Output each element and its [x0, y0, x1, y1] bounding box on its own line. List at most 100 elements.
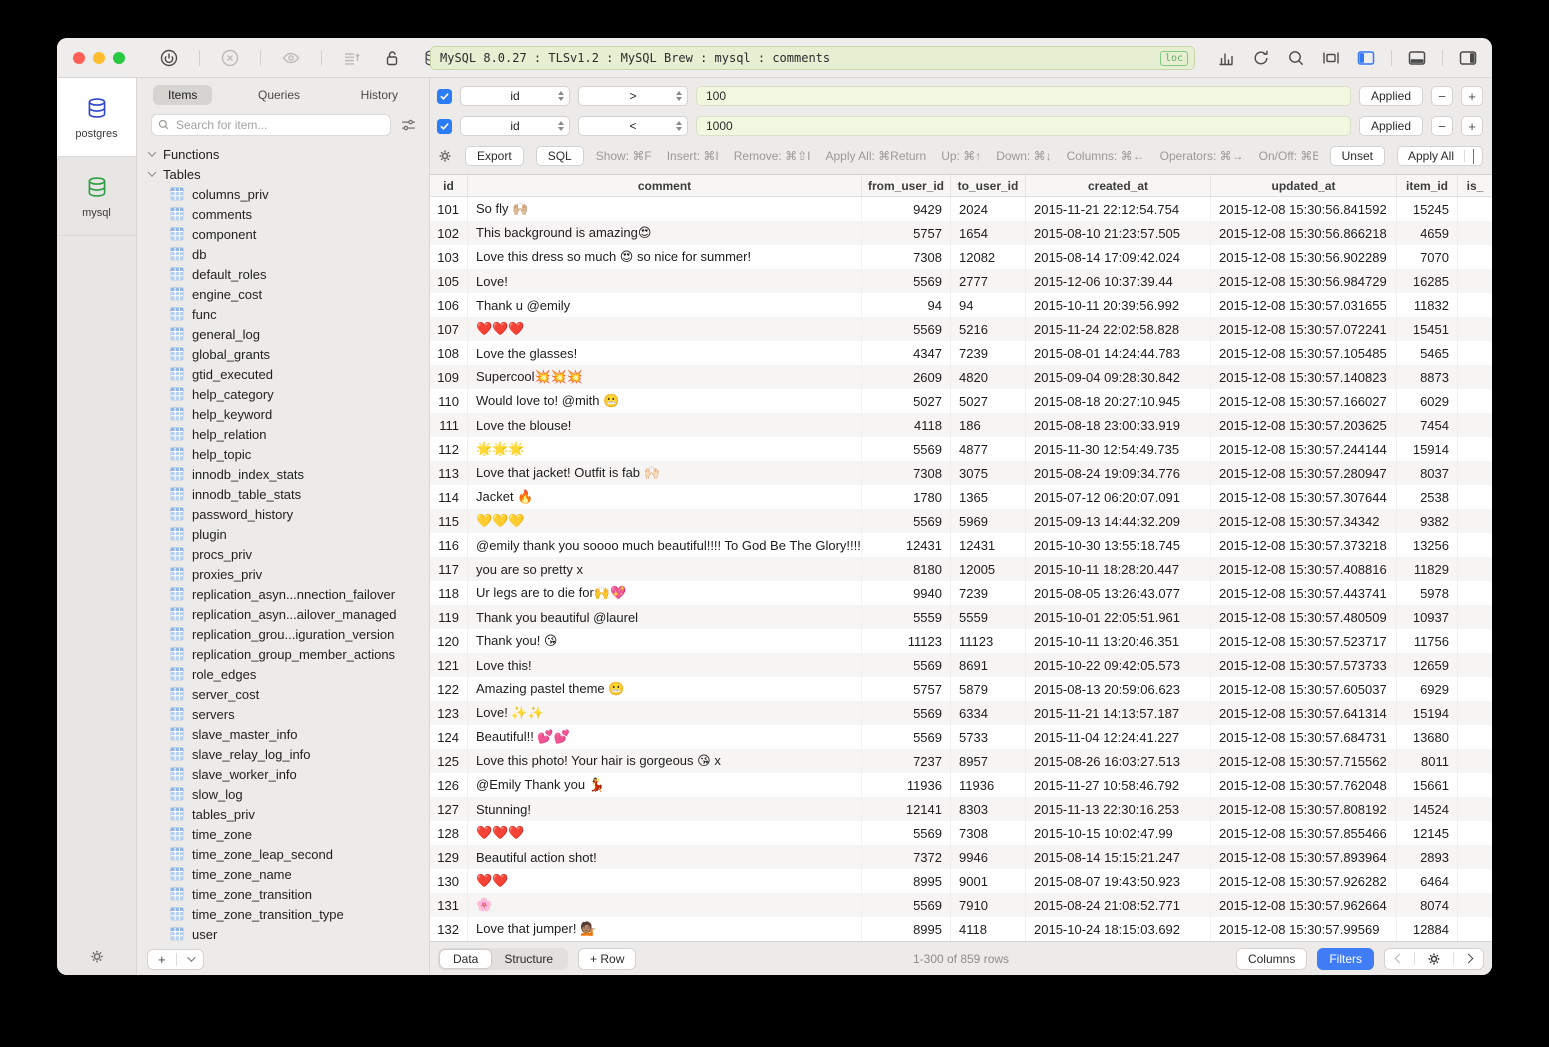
cell-id[interactable]: 129 [430, 845, 468, 869]
cell-from-user-id[interactable]: 8180 [862, 557, 951, 581]
cell-comment[interactable]: @emily thank you soooo much beautiful!!!… [468, 533, 862, 557]
sidebar-item-table[interactable]: replication_grou...iguration_version [149, 624, 429, 644]
cell-comment[interactable]: So fly 🙌🏼 [468, 197, 862, 221]
pending-changes-icon[interactable] [342, 48, 362, 68]
cell-item-id[interactable]: 10937 [1397, 605, 1458, 629]
cell-created-at[interactable]: 2015-08-05 13:26:43.077 [1026, 581, 1211, 605]
search-input[interactable] [151, 114, 391, 136]
cell-comment[interactable]: Thank you! 😘 [468, 629, 862, 653]
cell-comment[interactable]: Would love to! @mith 😬 [468, 389, 862, 413]
connection-title-field[interactable]: MySQL 8.0.27 : TLSv1.2 : MySQL Brew : my… [430, 46, 1195, 70]
cell-comment[interactable]: This background is amazing😍 [468, 221, 862, 245]
cell-id[interactable]: 130 [430, 869, 468, 893]
filter-column-select[interactable]: id [460, 116, 570, 136]
cell-is[interactable] [1458, 485, 1492, 509]
sidebar-item-table[interactable]: slow_log [149, 784, 429, 804]
cell-item-id[interactable]: 11829 [1397, 557, 1458, 581]
zoom-window-button[interactable] [113, 52, 125, 64]
cell-updated-at[interactable]: 2015-12-08 15:30:57.140823 [1211, 365, 1397, 389]
cell-item-id[interactable]: 12145 [1397, 821, 1458, 845]
sidebar-item-table[interactable]: global_grants [149, 344, 429, 364]
filter-value-input[interactable]: 1000 [696, 116, 1351, 136]
cell-to-user-id[interactable]: 8957 [951, 749, 1026, 773]
tab-queries[interactable]: Queries [243, 85, 315, 105]
cell-from-user-id[interactable]: 11936 [862, 773, 951, 797]
table-row[interactable]: 117you are so pretty x8180120052015-10-1… [430, 557, 1492, 581]
cell-id[interactable]: 122 [430, 677, 468, 701]
cell-is[interactable] [1458, 629, 1492, 653]
cell-item-id[interactable]: 8037 [1397, 461, 1458, 485]
cell-item-id[interactable]: 2538 [1397, 485, 1458, 509]
cell-created-at[interactable]: 2015-08-26 16:03:27.513 [1026, 749, 1211, 773]
sidebar-item-table[interactable]: comments [149, 204, 429, 224]
cell-is[interactable] [1458, 557, 1492, 581]
sidebar-item-table[interactable]: time_zone_name [149, 864, 429, 884]
cell-created-at[interactable]: 2015-11-24 22:02:58.828 [1026, 317, 1211, 341]
cell-id[interactable]: 131 [430, 893, 468, 917]
cell-comment[interactable]: Thank u @emily [468, 293, 862, 317]
cell-from-user-id[interactable]: 5027 [862, 389, 951, 413]
sidebar-item-table[interactable]: time_zone_transition_type [149, 904, 429, 924]
cell-id[interactable]: 118 [430, 581, 468, 605]
cell-item-id[interactable]: 6464 [1397, 869, 1458, 893]
cell-item-id[interactable]: 5978 [1397, 581, 1458, 605]
cell-updated-at[interactable]: 2015-12-08 15:30:57.480509 [1211, 605, 1397, 629]
cell-item-id[interactable]: 13680 [1397, 725, 1458, 749]
cell-is[interactable] [1458, 437, 1492, 461]
table-row[interactable]: 121Love this!556986912015-10-22 09:42:05… [430, 653, 1492, 677]
table-row[interactable]: 106Thank u @emily94942015-10-11 20:39:56… [430, 293, 1492, 317]
cell-id[interactable]: 102 [430, 221, 468, 245]
cell-is[interactable] [1458, 581, 1492, 605]
cell-comment[interactable]: 🌟🌟🌟 [468, 437, 862, 461]
cell-comment[interactable]: Love this! [468, 653, 862, 677]
sidebar-item-table[interactable]: engine_cost [149, 284, 429, 304]
cell-created-at[interactable]: 2015-08-24 19:09:34.776 [1026, 461, 1211, 485]
sidebar-item-table[interactable]: innodb_index_stats [149, 464, 429, 484]
cell-created-at[interactable]: 2015-09-04 09:28:30.842 [1026, 365, 1211, 389]
table-row[interactable]: 130❤️❤️899590012015-08-07 19:43:50.92320… [430, 869, 1492, 893]
cell-updated-at[interactable]: 2015-12-08 15:30:57.962664 [1211, 893, 1397, 917]
settings-gear-icon[interactable] [88, 948, 105, 965]
cell-id[interactable]: 120 [430, 629, 468, 653]
sidebar-item-table[interactable]: time_zone_transition [149, 884, 429, 904]
cell-updated-at[interactable]: 2015-12-08 15:30:57.244144 [1211, 437, 1397, 461]
cell-from-user-id[interactable]: 5569 [862, 893, 951, 917]
column-header-from-user-id[interactable]: from_user_id [862, 175, 951, 196]
cell-created-at[interactable]: 2015-09-13 14:44:32.209 [1026, 509, 1211, 533]
cell-is[interactable] [1458, 869, 1492, 893]
cell-from-user-id[interactable]: 5569 [862, 437, 951, 461]
table-row[interactable]: 105Love!556927772015-12-06 10:37:39.4420… [430, 269, 1492, 293]
cell-comment[interactable]: Stunning! [468, 797, 862, 821]
disconnect-icon[interactable] [220, 48, 240, 68]
cell-item-id[interactable]: 9382 [1397, 509, 1458, 533]
cell-comment[interactable]: Jacket 🔥 [468, 485, 862, 509]
cell-is[interactable] [1458, 797, 1492, 821]
cell-item-id[interactable]: 7454 [1397, 413, 1458, 437]
cell-id[interactable]: 101 [430, 197, 468, 221]
add-filter-button[interactable]: + [1461, 116, 1483, 136]
sidebar-item-table[interactable]: innodb_table_stats [149, 484, 429, 504]
cell-is[interactable] [1458, 245, 1492, 269]
cell-item-id[interactable]: 7070 [1397, 245, 1458, 269]
sql-preview-button[interactable]: SQL [536, 146, 584, 166]
toggle-bottom-panel-icon[interactable] [1407, 48, 1427, 68]
column-header-to-user-id[interactable]: to_user_id [951, 175, 1026, 196]
cell-created-at[interactable]: 2015-11-13 22:30:16.253 [1026, 797, 1211, 821]
filter-value-input[interactable]: 100 [696, 86, 1351, 106]
filter-operator-select[interactable]: < [578, 116, 688, 136]
cell-updated-at[interactable]: 2015-12-08 15:30:57.105485 [1211, 341, 1397, 365]
sidebar-item-table[interactable]: replication_asyn...nnection_failover [149, 584, 429, 604]
sidebar-item-table[interactable]: component [149, 224, 429, 244]
cell-from-user-id[interactable]: 5569 [862, 317, 951, 341]
cell-item-id[interactable]: 6929 [1397, 677, 1458, 701]
cell-to-user-id[interactable]: 11123 [951, 629, 1026, 653]
filter-tune-icon[interactable] [400, 117, 417, 134]
cell-item-id[interactable]: 8873 [1397, 365, 1458, 389]
cell-is[interactable] [1458, 821, 1492, 845]
section-functions[interactable]: Functions [149, 144, 429, 164]
cell-id[interactable]: 112 [430, 437, 468, 461]
filter-settings-gear-icon[interactable] [437, 148, 453, 164]
cell-is[interactable] [1458, 509, 1492, 533]
cell-updated-at[interactable]: 2015-12-08 15:30:57.408816 [1211, 557, 1397, 581]
cell-created-at[interactable]: 2015-10-11 13:20:46.351 [1026, 629, 1211, 653]
